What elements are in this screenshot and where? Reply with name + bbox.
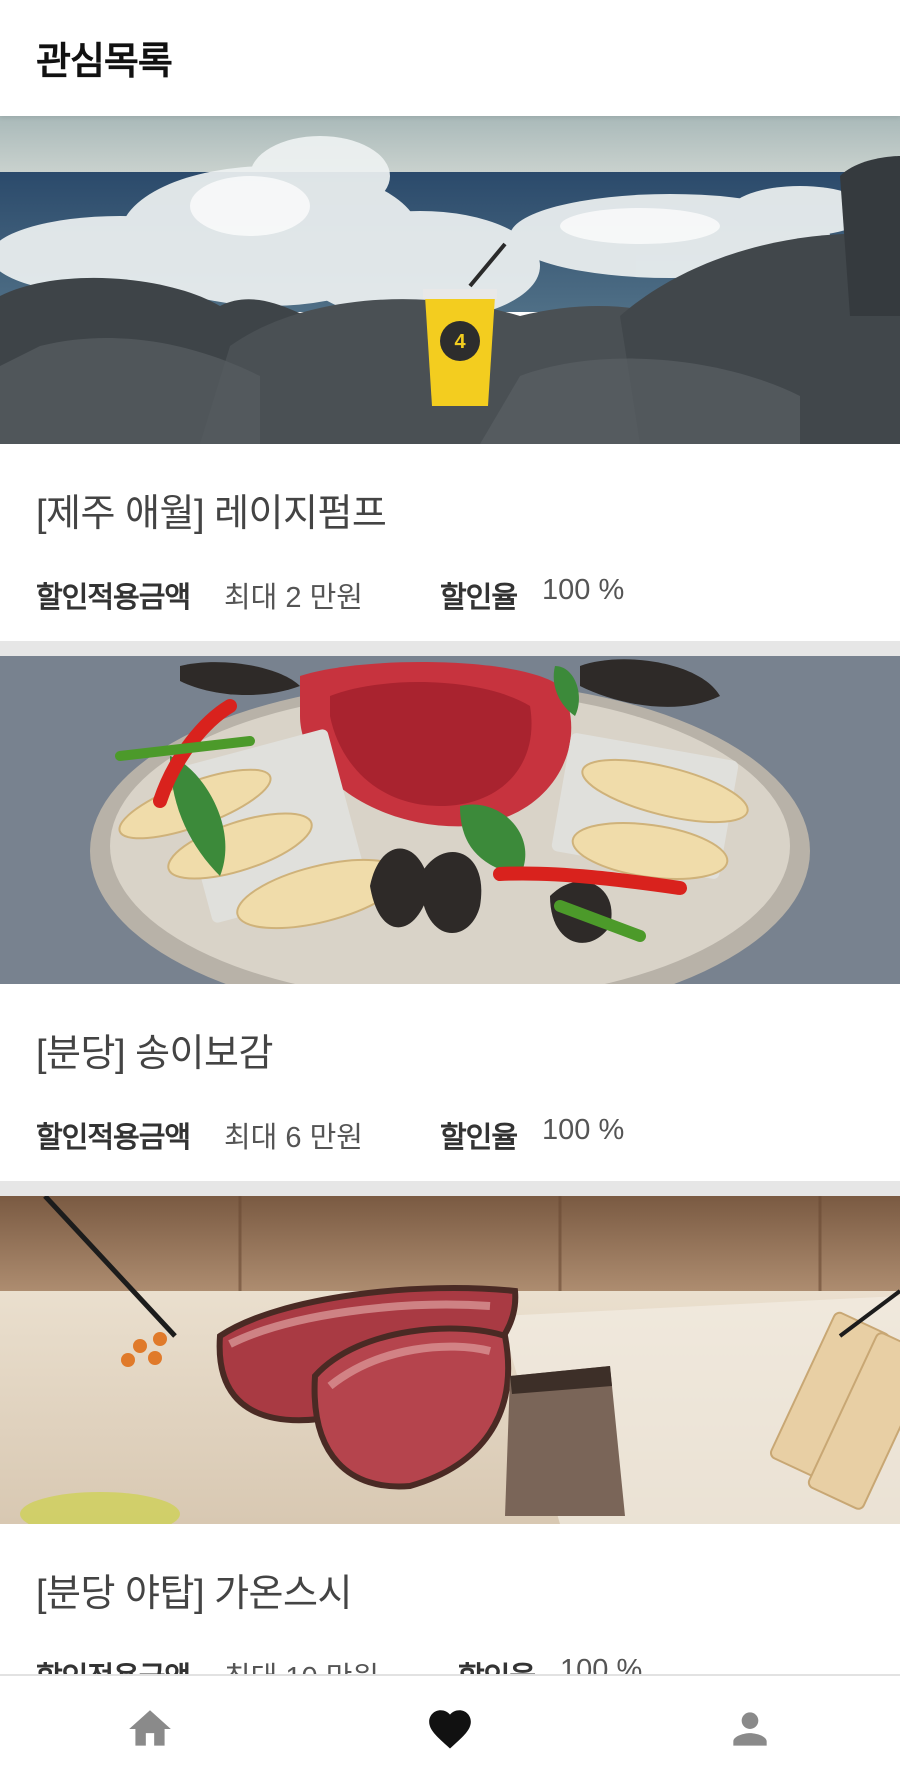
- store-name[interactable]: [제주 애월] 레이지펌프: [36, 482, 387, 537]
- discount-info: 할인적용금액 최대 6 만원 할인율 100 %: [36, 1110, 876, 1154]
- bottom-navigation: [0, 1674, 900, 1780]
- discount-info: 할인적용금액 최대 10 만원 할인율 100 %: [36, 1650, 876, 1674]
- discount-amount-label: 할인적용금액: [36, 1122, 191, 1154]
- list-item[interactable]: 4 [제주 애월] 레이지펌프 할인적용금액 최대 2 만원 할인율 100 %: [0, 116, 900, 641]
- discount-amount-value: 최대 10 만원: [224, 1654, 379, 1674]
- nav-profile[interactable]: [600, 1676, 900, 1780]
- store-name[interactable]: [분당 야탑] 가온스시: [36, 1562, 352, 1617]
- discount-amount-value: 최대 2 만원: [224, 582, 363, 614]
- favorites-list[interactable]: 4 [제주 애월] 레이지펌프 할인적용금액 최대 2 만원 할인율 100 %: [0, 116, 900, 1674]
- app-bar: 관심목록: [0, 0, 900, 116]
- discount-rate-value: 100 %: [542, 1114, 625, 1146]
- svg-text:4: 4: [454, 331, 466, 353]
- discount-rate-label: 할인율: [440, 1122, 518, 1154]
- list-item[interactable]: [분당] 송이보감 할인적용금액 최대 6 만원 할인율 100 %: [0, 656, 900, 1181]
- store-name[interactable]: [분당] 송이보감: [36, 1022, 273, 1077]
- list-item[interactable]: [분당 야탑] 가온스시 할인적용금액 최대 10 만원 할인율 100 %: [0, 1196, 900, 1674]
- store-photo[interactable]: [0, 1196, 900, 1524]
- discount-info: 할인적용금액 최대 2 만원 할인율 100 %: [36, 570, 876, 614]
- home-icon: [129, 1710, 171, 1746]
- discount-amount-label: 할인적용금액: [36, 582, 191, 614]
- discount-amount-label: 할인적용금액: [36, 1654, 191, 1674]
- heart-icon: [429, 1710, 471, 1749]
- store-photo[interactable]: [0, 656, 900, 984]
- discount-rate-label: 할인율: [458, 1654, 536, 1674]
- nav-home[interactable]: [0, 1676, 300, 1780]
- page-title: 관심목록: [36, 41, 173, 83]
- nav-favorites[interactable]: [300, 1676, 600, 1780]
- discount-rate-label: 할인율: [440, 582, 518, 614]
- discount-rate-value: 100 %: [560, 1654, 643, 1674]
- discount-amount-value: 최대 6 만원: [224, 1122, 363, 1154]
- discount-rate-value: 100 %: [542, 574, 625, 606]
- person-icon: [733, 1712, 767, 1746]
- store-photo[interactable]: 4: [0, 116, 900, 444]
